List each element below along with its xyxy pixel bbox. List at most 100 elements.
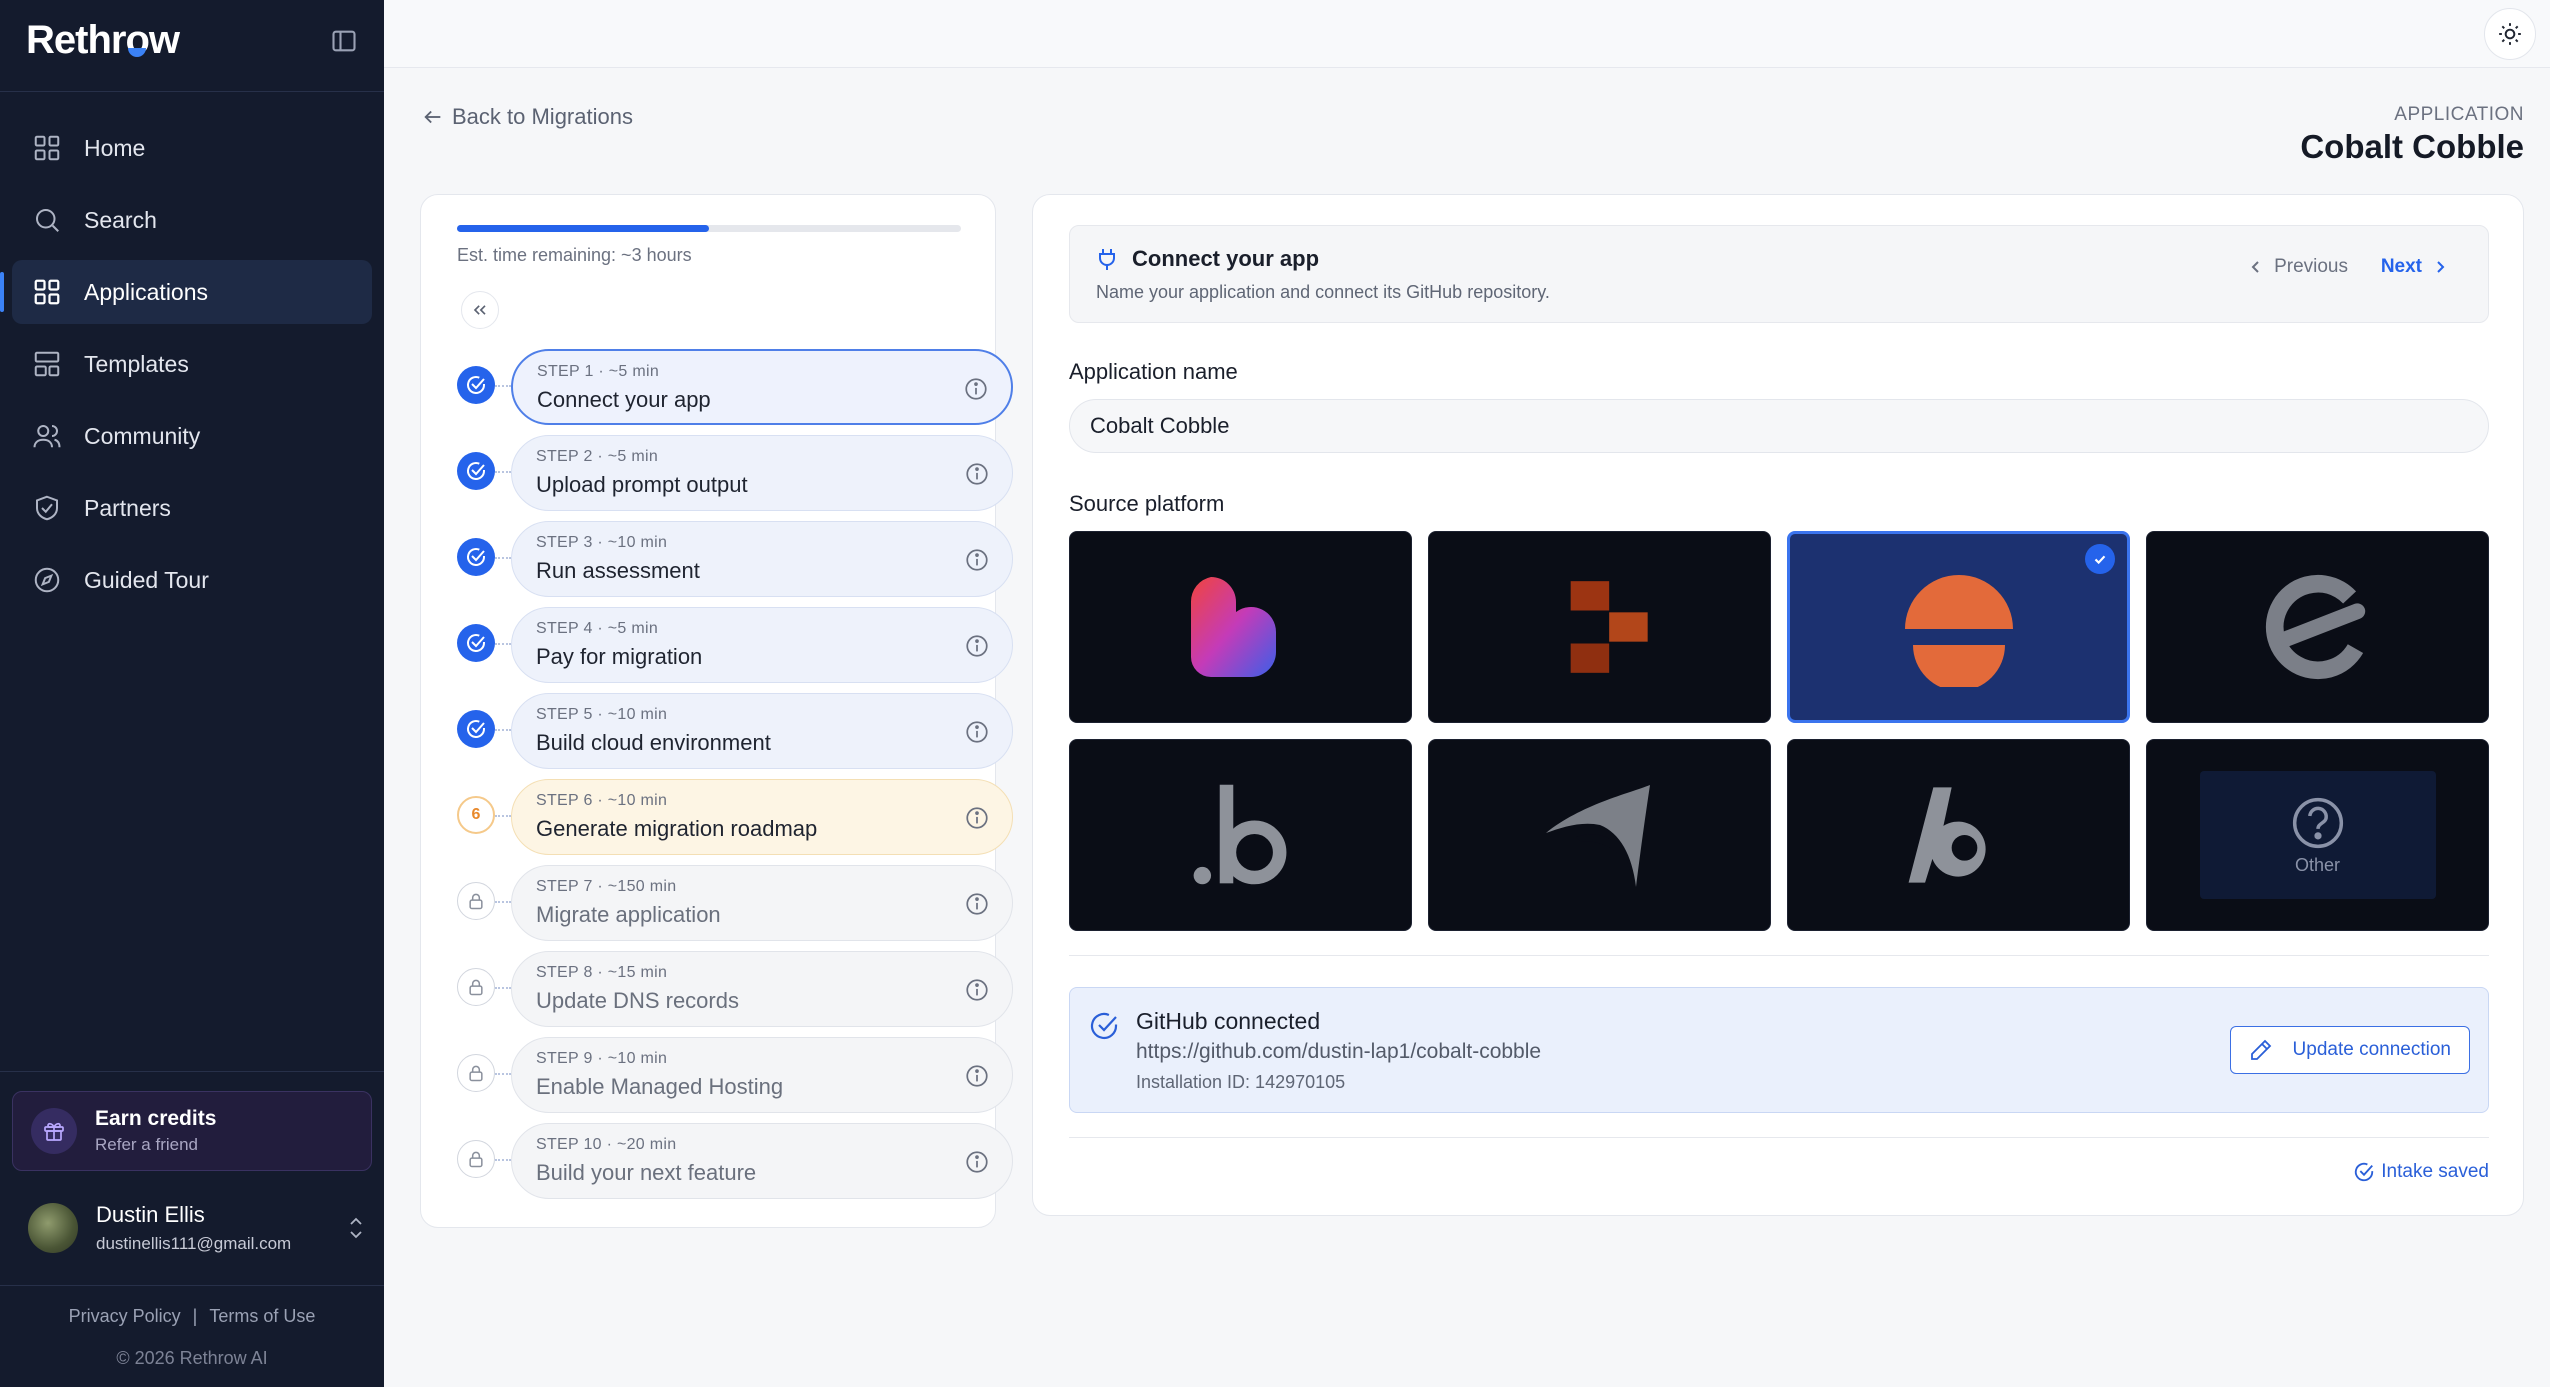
step-list: STEP 1 · ~5 min Connect your app STEP 2 · … bbox=[455, 345, 1013, 1205]
check-circle-icon bbox=[1088, 1010, 1120, 1042]
platform-tile[interactable] bbox=[1069, 531, 1412, 723]
step-meta: STEP 5 · ~10 min bbox=[536, 706, 668, 723]
earn-credits-title: Earn credits bbox=[95, 1107, 217, 1130]
orange-sun-logo-icon bbox=[1904, 575, 2013, 687]
step-connector bbox=[495, 557, 511, 559]
templates-icon bbox=[34, 351, 60, 377]
steps-panel: Est. time remaining: ~3 hours STEP 1 · ~… bbox=[420, 194, 1013, 1228]
applications-grid-icon bbox=[34, 279, 60, 305]
platform-tile-selected[interactable] bbox=[1787, 531, 2130, 723]
step-card-3[interactable]: STEP 3 · ~10 min Run assessment bbox=[511, 521, 1013, 597]
update-connection-label: Update connection bbox=[2292, 1039, 2451, 1060]
info-icon[interactable] bbox=[964, 805, 990, 831]
sidebar-item-partners[interactable]: Partners bbox=[12, 476, 372, 540]
earn-credits-card[interactable]: Earn credits Refer a friend bbox=[12, 1091, 372, 1171]
terms-of-use-link[interactable]: Terms of Use bbox=[209, 1306, 315, 1326]
step-title: Build cloud environment bbox=[536, 730, 771, 755]
collapse-steps-button[interactable] bbox=[461, 291, 499, 329]
pencil-icon bbox=[2250, 1039, 2271, 1060]
step-meta: STEP 6 · ~10 min bbox=[536, 792, 668, 809]
sidebar-item-label: Home bbox=[84, 134, 146, 161]
step-done-check-icon bbox=[457, 710, 495, 748]
sidebar-item-applications[interactable]: Applications bbox=[0, 260, 372, 324]
step-card-4[interactable]: STEP 4 · ~5 min Pay for migration bbox=[511, 607, 1013, 683]
platform-tile[interactable] bbox=[1428, 739, 1771, 931]
step-title: Build your next feature bbox=[536, 1160, 757, 1185]
update-connection-button[interactable]: Update connection bbox=[2229, 1026, 2470, 1074]
plug-icon bbox=[1099, 249, 1115, 270]
question-mark-icon bbox=[2292, 797, 2343, 848]
step-title: Enable Managed Hosting bbox=[536, 1074, 784, 1099]
chevron-up-down-icon[interactable] bbox=[344, 1214, 368, 1242]
step-row: STEP 2 · ~5 min Upload prompt output bbox=[455, 431, 1013, 517]
theme-toggle-button[interactable] bbox=[2484, 8, 2536, 60]
grey-swoosh-logo-icon bbox=[1545, 785, 1650, 887]
application-label: APPLICATION bbox=[2394, 104, 2524, 125]
lock-icon bbox=[457, 1054, 495, 1092]
info-icon[interactable] bbox=[964, 1149, 990, 1175]
sidebar-toggle-icon[interactable] bbox=[330, 27, 358, 55]
github-connection-card: GitHub connected https://github.com/dust… bbox=[1069, 987, 2489, 1113]
privacy-policy-link[interactable]: Privacy Policy bbox=[69, 1306, 181, 1326]
step-card-2[interactable]: STEP 2 · ~5 min Upload prompt output bbox=[511, 435, 1013, 511]
platform-tile[interactable] bbox=[1069, 739, 1412, 931]
step-row: STEP 9 · ~10 min Enable Managed Hosting bbox=[455, 1033, 1013, 1119]
step-connector bbox=[495, 1073, 511, 1075]
step-card-6[interactable]: STEP 6 · ~10 min Generate migration roadm… bbox=[511, 779, 1013, 855]
github-repo-url[interactable]: https://github.com/dustin-lap1/cobalt-co… bbox=[1136, 1040, 1541, 1064]
platform-tile[interactable] bbox=[1787, 739, 2130, 931]
step-card-10[interactable]: STEP 10 · ~20 min Build your next feature bbox=[511, 1123, 1013, 1199]
github-status-title: GitHub connected bbox=[1136, 1008, 1321, 1034]
info-icon[interactable] bbox=[964, 719, 990, 745]
sidebar-divider bbox=[0, 1071, 384, 1072]
page-title: Cobalt Cobble bbox=[2300, 128, 2524, 165]
application-name-input[interactable] bbox=[1069, 399, 2489, 453]
step-meta: STEP 4 · ~5 min bbox=[536, 620, 659, 637]
step-title: Migrate application bbox=[536, 902, 721, 927]
sidebar-item-label: Partners bbox=[84, 494, 171, 521]
user-menu[interactable]: Dustin Ellis dustinellis111@gmail.com bbox=[28, 1198, 368, 1258]
progress-fill bbox=[457, 225, 709, 232]
step-done-check-icon bbox=[457, 538, 495, 576]
chevron-right-icon bbox=[2437, 261, 2445, 273]
grey-e-logo-icon bbox=[2265, 574, 2370, 680]
step-meta: STEP 7 · ~150 min bbox=[536, 878, 677, 895]
github-installation-id: Installation ID: 142970105 bbox=[1136, 1072, 1346, 1092]
info-icon[interactable] bbox=[964, 547, 990, 573]
step-card-9[interactable]: STEP 9 · ~10 min Enable Managed Hosting bbox=[511, 1037, 1013, 1113]
info-icon[interactable] bbox=[964, 977, 990, 1003]
info-icon[interactable] bbox=[964, 633, 990, 659]
sidebar-item-label: Templates bbox=[84, 350, 189, 377]
handshake-shield-icon bbox=[36, 495, 58, 521]
other-label: Other bbox=[2294, 854, 2341, 875]
step-card-7[interactable]: STEP 7 · ~150 min Migrate application bbox=[511, 865, 1013, 941]
sun-icon bbox=[2499, 23, 2521, 45]
sidebar-item-guided-tour[interactable]: Guided Tour bbox=[12, 548, 372, 612]
sidebar-item-home[interactable]: Home bbox=[12, 116, 372, 180]
platform-tile[interactable] bbox=[1428, 531, 1771, 723]
step-card-1[interactable]: STEP 1 · ~5 min Connect your app bbox=[511, 349, 1013, 425]
step-title: Upload prompt output bbox=[536, 472, 748, 497]
info-icon[interactable] bbox=[964, 461, 990, 487]
step-meta: STEP 9 · ~10 min bbox=[536, 1050, 668, 1067]
avatar bbox=[28, 1203, 78, 1253]
sidebar-item-search[interactable]: Search bbox=[12, 188, 372, 252]
back-to-migrations-link[interactable]: Back to Migrations bbox=[422, 104, 633, 130]
info-icon[interactable] bbox=[963, 376, 989, 402]
info-icon[interactable] bbox=[964, 1063, 990, 1089]
step-connector bbox=[495, 1159, 511, 1161]
step-card-8[interactable]: STEP 8 · ~15 min Update DNS records bbox=[511, 951, 1013, 1027]
time-estimate: Est. time remaining: ~3 hours bbox=[457, 245, 692, 265]
platform-tile[interactable] bbox=[2146, 531, 2489, 723]
step-row: STEP 1 · ~5 min Connect your app bbox=[455, 345, 1013, 431]
step-connector bbox=[495, 987, 511, 989]
chevron-left-icon bbox=[2251, 261, 2259, 273]
sidebar-item-templates[interactable]: Templates bbox=[12, 332, 372, 396]
previous-button[interactable]: Previous bbox=[2248, 256, 2348, 278]
info-icon[interactable] bbox=[964, 891, 990, 917]
next-button[interactable]: Next bbox=[2381, 256, 2448, 278]
platform-tile-other[interactable]: Other bbox=[2146, 739, 2489, 931]
step-card-5[interactable]: STEP 5 · ~10 min Build cloud environment bbox=[511, 693, 1013, 769]
sidebar-item-community[interactable]: Community bbox=[12, 404, 372, 468]
brand-logo[interactable]: Rethrow bbox=[26, 18, 180, 63]
